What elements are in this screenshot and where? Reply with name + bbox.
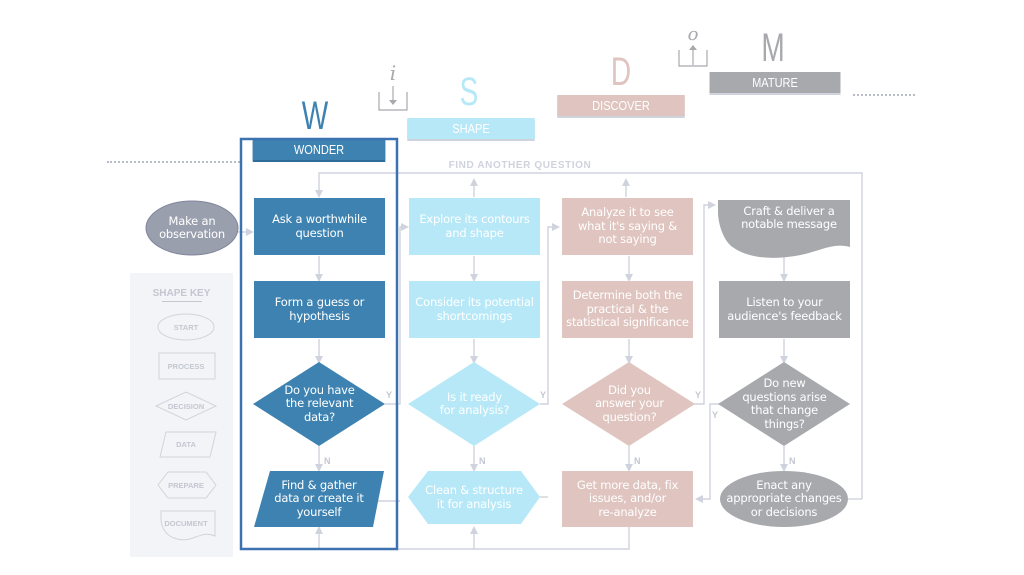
wonder-no-label: N [324, 456, 331, 466]
mature-listen-node: Listen to your audience's feedback [727, 295, 842, 323]
discover-no-label: N [634, 456, 641, 466]
shape-clean-node: Clean & structure it for analysis [425, 483, 523, 511]
wonder-yes-label: Y [386, 390, 393, 400]
wonder-decision-node: Do you have the relevant data? [284, 382, 355, 424]
mature-craft-node: Craft & deliver a notable message [741, 203, 837, 231]
shape-decision-node: Is it ready for analysis? [439, 389, 510, 417]
discover-analyze-node: Analyze it to see what it's saying & not… [577, 205, 678, 247]
shape-explore-node: Explore its contours and shape [419, 212, 530, 240]
connector-shape-yes [540, 223, 560, 405]
mature-enact-node: Enact any appropriate changes or decisio… [726, 477, 842, 519]
mature-decision-node: Do new questions arise that change thing… [742, 376, 827, 431]
shape-yes-label: Y [540, 390, 547, 400]
connector-discover-yes [694, 201, 716, 405]
shape-consider-node: Consider its potential shortcomings [415, 295, 534, 323]
mature-no-label: N [789, 456, 796, 466]
start-node: Make an observation [159, 213, 225, 241]
wonder-form-node: Form a guess or hypothesis [274, 295, 365, 323]
wonder-gather-node: Find & gather data or create it yourself [274, 477, 364, 519]
discover-decision-node: Did you answer your question? [595, 382, 664, 424]
mature-yes-label: Y [712, 410, 719, 420]
discover-determine-node: Determine both the practical & the stati… [566, 288, 689, 330]
discover-yes-label: Y [695, 390, 702, 400]
wonder-ask-node: Ask a worthwhile question [272, 212, 367, 240]
discover-more-node: Get more data, fix issues, and/or re-ana… [576, 477, 679, 519]
shape-no-label: N [479, 456, 486, 466]
